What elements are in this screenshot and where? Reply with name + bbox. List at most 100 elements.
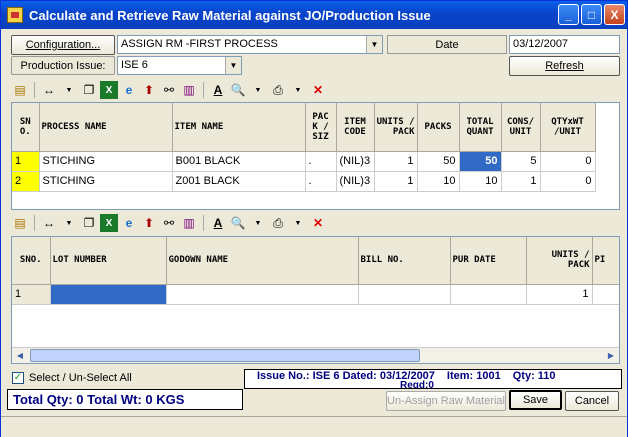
col-header[interactable]: PROCESS NAME: [39, 103, 173, 152]
close-button[interactable]: X: [604, 4, 625, 25]
pack-size-cell[interactable]: .: [305, 171, 337, 192]
chevron-down-icon[interactable]: ▼: [366, 36, 382, 53]
col-header[interactable]: UNITS / PACK: [526, 237, 593, 285]
column-width-icon[interactable]: ↔: [40, 81, 58, 99]
arrow-up-icon[interactable]: ⬆: [140, 214, 158, 232]
packs-cell[interactable]: 10: [417, 171, 460, 192]
form-icon[interactable]: ▤: [11, 81, 29, 99]
col-header[interactable]: SN O.: [12, 103, 40, 152]
chevron-down-icon[interactable]: ▼: [249, 81, 267, 99]
col-header[interactable]: PI: [592, 237, 619, 285]
table-row[interactable]: 2 STICHING Z001 BLACK . (NIL)3 1 10 10 1…: [12, 171, 596, 192]
item-name-cell[interactable]: B001 BLACK: [172, 151, 306, 172]
lower-grid[interactable]: SNO. LOT NUMBER GODOWN NAME BILL NO. PUR…: [11, 236, 620, 364]
total-quantity-cell[interactable]: 10: [459, 171, 502, 192]
process-name-cell[interactable]: STICHING: [39, 171, 173, 192]
col-header[interactable]: PAC K / SIZ: [305, 103, 337, 152]
col-header[interactable]: PUR DATE: [450, 237, 527, 285]
qty-wt-cell[interactable]: 0: [540, 151, 596, 172]
font-icon[interactable]: A: [209, 214, 227, 232]
chevron-down-icon[interactable]: ▼: [289, 214, 307, 232]
cons-unit-cell[interactable]: 5: [501, 151, 541, 172]
col-header[interactable]: CONS/ UNIT: [501, 103, 541, 152]
col-header[interactable]: LOT NUMBER: [50, 237, 167, 285]
col-header[interactable]: ITEM CODE: [336, 103, 375, 152]
cancel-button[interactable]: Cancel: [565, 391, 619, 411]
maximize-button[interactable]: □: [581, 4, 602, 25]
col-header[interactable]: GODOWN NAME: [166, 237, 359, 285]
pi-cell[interactable]: [592, 284, 619, 305]
pur-date-cell[interactable]: [450, 284, 527, 305]
item-code-cell[interactable]: (NIL)3: [336, 171, 375, 192]
delete-icon[interactable]: ✕: [309, 214, 327, 232]
excel-icon[interactable]: X: [100, 214, 118, 232]
lot-number-cell[interactable]: [50, 284, 167, 305]
col-header[interactable]: BILL NO.: [358, 237, 451, 285]
item-name-cell[interactable]: Z001 BLACK: [172, 171, 306, 192]
cons-unit-cell[interactable]: 1: [501, 171, 541, 192]
col-header[interactable]: TOTAL QUANT: [459, 103, 502, 152]
chevron-down-icon[interactable]: ▼: [289, 81, 307, 99]
printer-icon[interactable]: ⎙: [269, 81, 287, 99]
table-row[interactable]: 1 STICHING B001 BLACK . (NIL)3 1 50 50 5…: [12, 151, 596, 172]
configuration-select[interactable]: ASSIGN RM -FIRST PROCESS ▼: [117, 35, 383, 54]
chevron-down-icon[interactable]: ▼: [249, 214, 267, 232]
chevron-down-icon[interactable]: ▼: [225, 57, 241, 74]
unassign-raw-material-button[interactable]: Un-Assign Raw Material: [386, 391, 506, 411]
minimize-button[interactable]: _: [558, 4, 579, 25]
arrow-up-icon[interactable]: ⬆: [140, 81, 158, 99]
bar-chart-icon[interactable]: ▥: [180, 81, 198, 99]
date-field[interactable]: 03/12/2007: [509, 35, 620, 54]
col-header[interactable]: QTYxWT /UNIT: [540, 103, 596, 152]
chevron-down-icon[interactable]: ▼: [60, 214, 78, 232]
browser-icon[interactable]: e: [120, 214, 138, 232]
copy-icon[interactable]: ❐: [80, 214, 98, 232]
units-pack-cell[interactable]: 1: [374, 171, 418, 192]
print-preview-icon[interactable]: 🔍: [229, 81, 247, 99]
column-width-icon[interactable]: ↔: [40, 214, 58, 232]
col-header[interactable]: ITEM NAME: [172, 103, 306, 152]
form-icon[interactable]: ▤: [11, 214, 29, 232]
refresh-button[interactable]: Refresh: [509, 56, 620, 76]
upper-grid[interactable]: SN O. PROCESS NAME ITEM NAME PAC K / SIZ…: [11, 102, 620, 210]
scrollbar-thumb[interactable]: [30, 349, 420, 362]
binoculars-icon[interactable]: ⚯: [160, 81, 178, 99]
save-button[interactable]: Save: [509, 390, 562, 410]
select-all-row[interactable]: ✓ Select / Un-Select All: [12, 372, 132, 384]
bar-chart-icon[interactable]: ▥: [180, 214, 198, 232]
browser-icon[interactable]: e: [120, 81, 138, 99]
total-quantity-cell[interactable]: 50: [459, 151, 502, 172]
item-code-cell[interactable]: (NIL)3: [336, 151, 375, 172]
horizontal-scrollbar[interactable]: ◀ ▶: [12, 347, 619, 363]
pack-size-cell[interactable]: .: [305, 151, 337, 172]
units-pack-cell[interactable]: 1: [374, 151, 418, 172]
binoculars-icon[interactable]: ⚯: [160, 214, 178, 232]
configuration-button[interactable]: Configuration...: [11, 35, 115, 55]
godown-name-cell[interactable]: [166, 284, 359, 305]
printer-icon[interactable]: ⎙: [269, 214, 287, 232]
title-bar[interactable]: Calculate and Retrieve Raw Material agai…: [1, 1, 627, 29]
table-row[interactable]: 1 1: [12, 284, 619, 305]
production-issue-label: Production Issue:: [11, 56, 115, 75]
packs-cell[interactable]: 50: [417, 151, 460, 172]
process-name-cell[interactable]: STICHING: [39, 151, 173, 172]
select-all-checkbox[interactable]: ✓: [12, 372, 24, 384]
font-icon[interactable]: A: [209, 81, 227, 99]
scroll-left-icon[interactable]: ◀: [12, 348, 28, 363]
row-number[interactable]: 1: [12, 284, 51, 305]
print-preview-icon[interactable]: 🔍: [229, 214, 247, 232]
units-pack-cell[interactable]: 1: [526, 284, 593, 305]
col-header[interactable]: PACKS: [417, 103, 460, 152]
chevron-down-icon[interactable]: ▼: [60, 81, 78, 99]
qty-wt-cell[interactable]: 0: [540, 171, 596, 192]
excel-icon[interactable]: X: [100, 81, 118, 99]
col-header[interactable]: UNITS / PACK: [374, 103, 418, 152]
row-number[interactable]: 2: [12, 171, 40, 192]
bill-no-cell[interactable]: [358, 284, 451, 305]
production-issue-select[interactable]: ISE 6 ▼: [117, 56, 242, 75]
scroll-right-icon[interactable]: ▶: [603, 348, 619, 363]
copy-icon[interactable]: ❐: [80, 81, 98, 99]
row-number[interactable]: 1: [12, 151, 40, 172]
col-header[interactable]: SNO.: [12, 237, 51, 285]
delete-icon[interactable]: ✕: [309, 81, 327, 99]
